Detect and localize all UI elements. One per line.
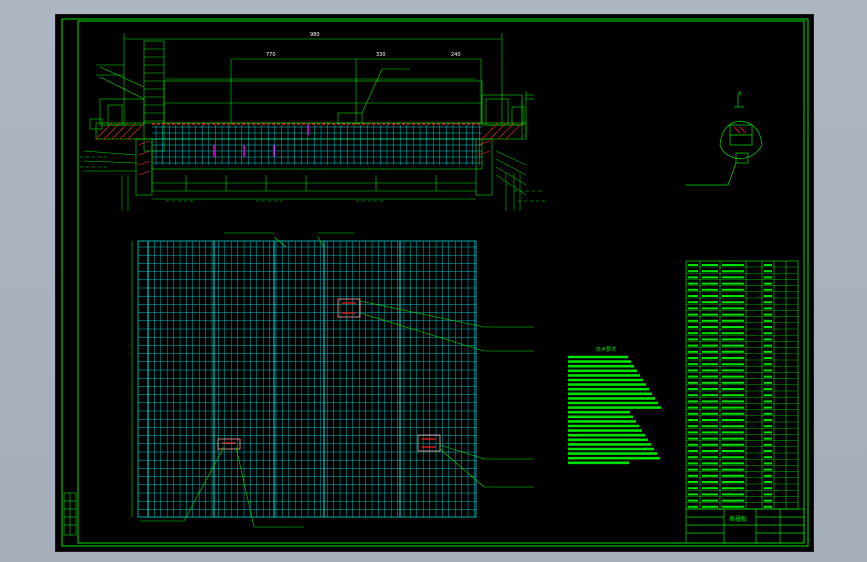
title-block-name: 格栅板 — [729, 515, 747, 523]
dim-overall: 980 — [310, 32, 320, 38]
svg-text:330: 330 — [376, 52, 386, 58]
section-view: 980 770 330 240 — [80, 32, 545, 211]
sheet-inner-border — [77, 20, 805, 544]
binding-strip — [63, 492, 77, 536]
section-mark-label: A — [738, 91, 742, 97]
technical-notes: 技术要求 — [568, 346, 661, 465]
detail-view-a: A — [686, 91, 763, 186]
svg-text:770: 770 — [266, 52, 276, 58]
title-block — [685, 508, 805, 544]
plan-grid — [131, 232, 534, 528]
sheet-outer-border — [61, 18, 809, 547]
notes-heading: 技术要求 — [596, 346, 616, 353]
svg-text:240: 240 — [451, 52, 461, 58]
drawing-sheet[interactable]: 980 770 330 240 A 技术要求 格栅板 — [55, 14, 814, 552]
parts-list — [685, 260, 799, 510]
